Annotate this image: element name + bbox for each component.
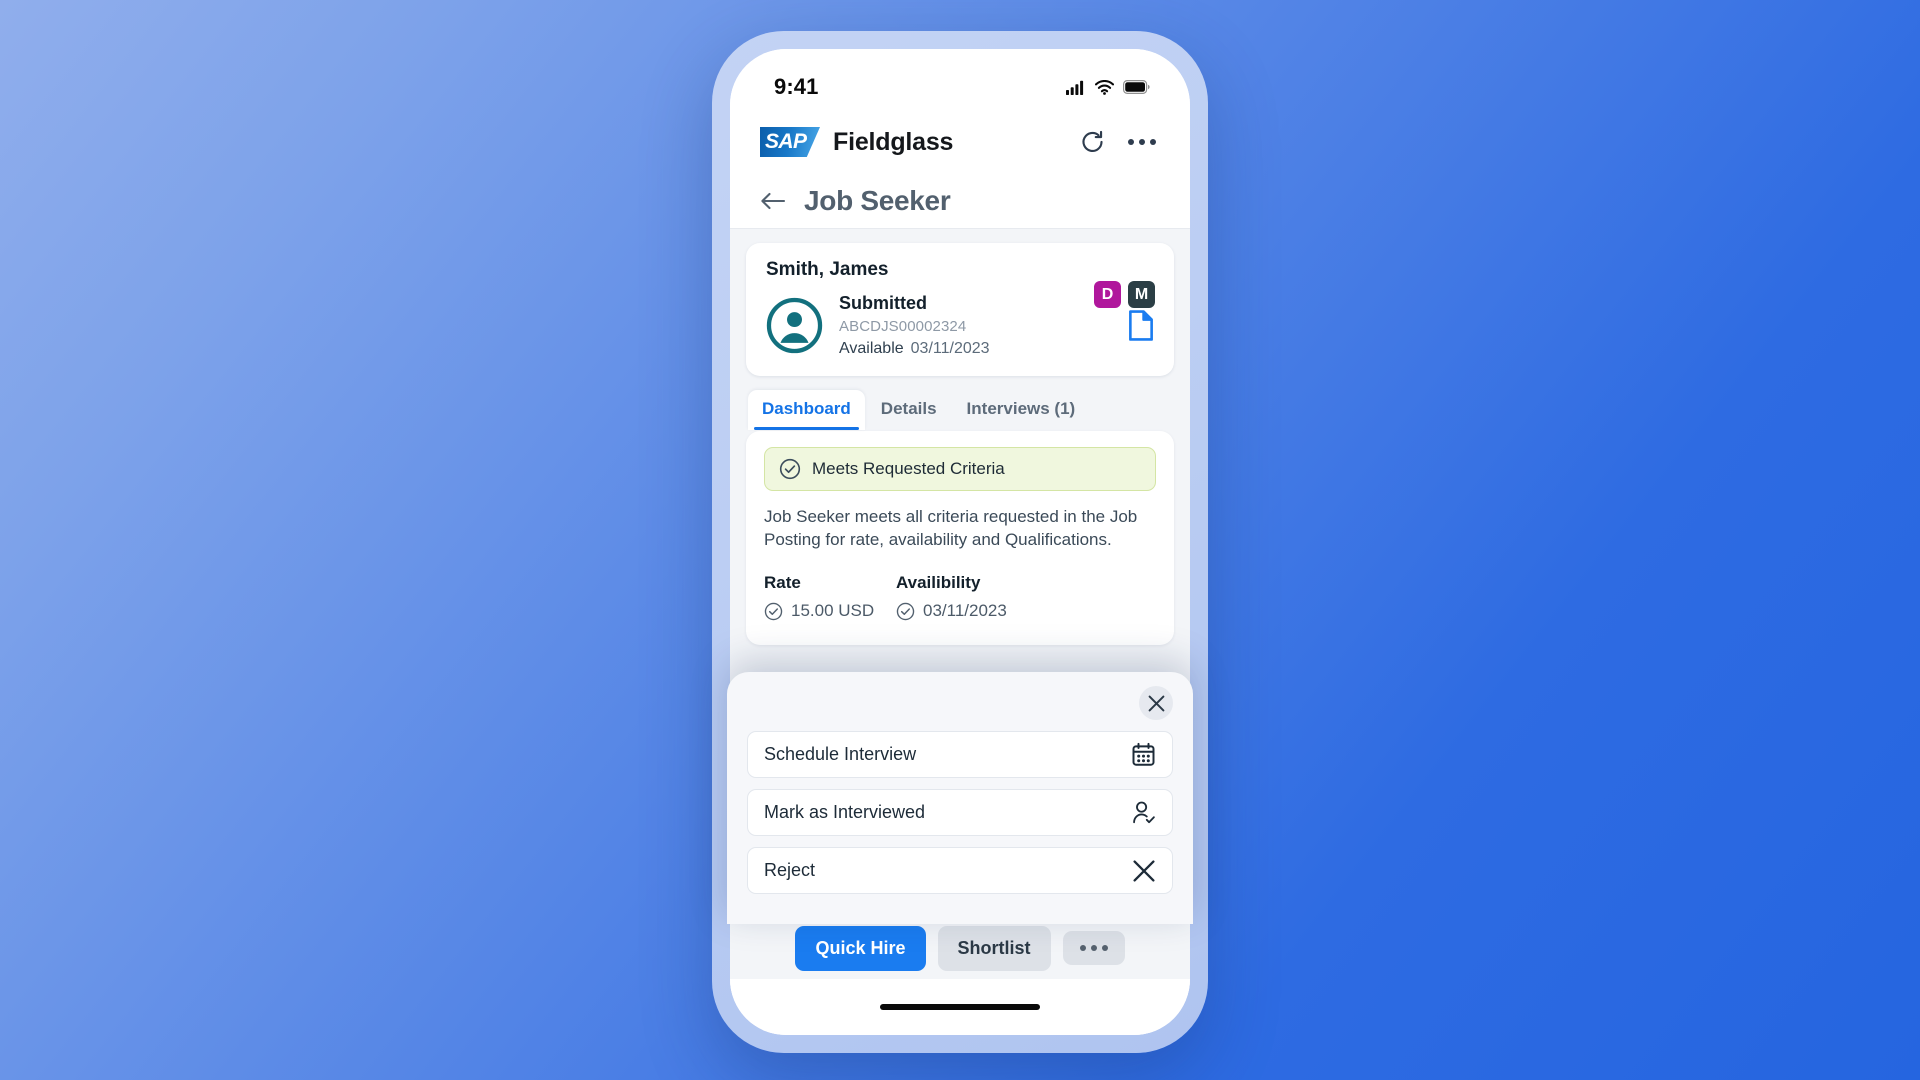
metric-rate: Rate 15.00 USD: [764, 573, 896, 621]
tab-bar: Dashboard Details Interviews (1): [746, 390, 1174, 430]
metrics-row: Rate 15.00 USD Availibility 03/11/2023: [764, 573, 1156, 621]
status-bar-time: 9:41: [774, 74, 819, 99]
page-header: Job Seeker: [730, 173, 1190, 229]
criteria-description: Job Seeker meets all criteria requested …: [764, 507, 1138, 550]
check-circle-icon: [896, 602, 915, 620]
candidate-name: Smith, James: [766, 259, 889, 280]
person-check-icon: [1133, 801, 1155, 824]
sap-logo-text: SAP: [765, 130, 807, 153]
avatar: [766, 297, 823, 354]
candidate-status: Submitted: [839, 293, 927, 313]
signal-icon: [1066, 80, 1084, 95]
refresh-icon[interactable]: [1079, 129, 1106, 156]
more-options-button[interactable]: [1062, 931, 1125, 965]
metric-availability-value-row: 03/11/2023: [896, 601, 1028, 621]
criteria-banner-text: Meets Requested Criteria: [812, 459, 1005, 478]
criteria-banner: Meets Requested Criteria: [764, 447, 1156, 491]
close-icon: [1148, 695, 1164, 711]
tab-details[interactable]: Details: [867, 390, 951, 430]
close-x-icon: [1133, 859, 1155, 882]
tab-dashboard[interactable]: Dashboard: [748, 390, 865, 430]
page-title: Job Seeker: [804, 184, 951, 216]
metric-availability-value: 03/11/2023: [923, 601, 1007, 621]
check-circle-icon: [764, 602, 783, 620]
brand-area: SAP Fieldglass: [760, 127, 953, 157]
metric-availability-label: Availibility: [896, 573, 981, 593]
badge-d[interactable]: D: [1094, 281, 1121, 308]
overflow-menu-icon[interactable]: [1128, 139, 1156, 145]
reject-label: Reject: [764, 860, 816, 880]
home-indicator-area: [730, 979, 1190, 1035]
dashboard-panel: Meets Requested Criteria Job Seeker meet…: [746, 431, 1174, 646]
candidate-availability: Available 03/11/2023: [839, 340, 1112, 358]
availability-label: Available: [839, 340, 904, 357]
mark-as-interviewed-label: Mark as Interviewed: [764, 802, 926, 822]
shortlist-button[interactable]: Shortlist: [937, 925, 1051, 971]
home-indicator: [880, 1004, 1040, 1010]
schedule-interview-action[interactable]: Schedule Interview: [747, 731, 1173, 778]
candidate-id: ABCDJS00002324: [839, 318, 967, 335]
sheet-action-list: Schedule Interview Mark as Interviewed R…: [747, 731, 1173, 894]
more-options-icon: [1079, 945, 1108, 951]
sheet-close-row: [747, 686, 1173, 720]
status-bar-icons: [1066, 79, 1150, 95]
close-sheet-button[interactable]: [1139, 686, 1173, 720]
app-bar: SAP Fieldglass: [730, 111, 1190, 173]
footer-action-bar: Quick Hire Shortlist: [730, 917, 1190, 979]
page-backdrop: 9:41 SAP Fieldglass Job Seeker Smith, Ja…: [0, 0, 1920, 1080]
quick-hire-button[interactable]: Quick Hire: [795, 925, 926, 971]
metric-rate-value: 15.00 USD: [791, 601, 875, 621]
brand-name: Fieldglass: [833, 127, 954, 156]
wifi-icon: [1095, 79, 1114, 95]
document-icon[interactable]: [1128, 310, 1154, 341]
back-arrow-icon[interactable]: [760, 191, 786, 211]
reject-action[interactable]: Reject: [747, 847, 1173, 894]
metric-rate-label: Rate: [764, 573, 801, 593]
candidate-info: Submitted ABCDJS00002324 Available 03/11/…: [839, 293, 1112, 358]
sap-logo-icon: SAP: [760, 127, 820, 157]
metric-availability: Availibility 03/11/2023: [896, 573, 1028, 621]
mark-as-interviewed-action[interactable]: Mark as Interviewed: [747, 789, 1173, 836]
calendar-icon: [1132, 742, 1155, 766]
availability-date: 03/11/2023: [910, 340, 990, 357]
badge-m[interactable]: M: [1128, 281, 1155, 308]
status-bar: 9:41: [730, 49, 1190, 111]
battery-icon: [1123, 80, 1150, 94]
tab-interviews[interactable]: Interviews (1): [953, 390, 1090, 430]
action-bottom-sheet: Schedule Interview Mark as Interviewed R…: [727, 672, 1193, 924]
check-circle-icon: [779, 458, 801, 480]
candidate-card[interactable]: Smith, James D M Submitted ABCDJS0000232…: [746, 243, 1174, 376]
app-bar-actions: [1079, 129, 1156, 156]
candidate-badges: D M: [1094, 281, 1155, 308]
schedule-interview-label: Schedule Interview: [764, 744, 917, 764]
metric-rate-value-row: 15.00 USD: [764, 601, 896, 621]
